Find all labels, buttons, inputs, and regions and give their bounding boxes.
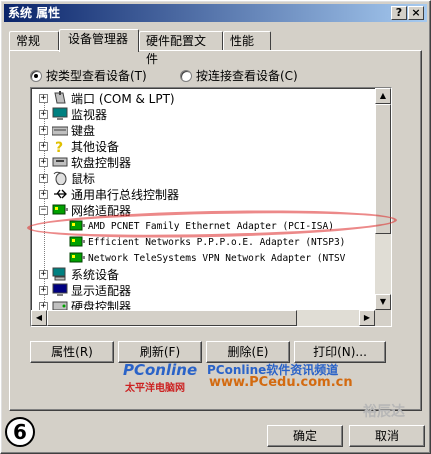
window-title: 系统 属性 (8, 6, 61, 20)
system-properties-window: 系统 属性 ? × 常规 设备管理器 硬件配置文件 性能 按类型查看设备(T) … (0, 0, 431, 454)
tree-item-label: 系统设备 (71, 267, 120, 282)
scroll-right-arrow-icon[interactable]: ▶ (359, 310, 375, 326)
tree-item-label: 网络适配器 (71, 203, 132, 218)
svg-text:?: ? (55, 140, 63, 153)
expand-icon[interactable]: + (39, 125, 48, 135)
tree-item-disk-controllers[interactable]: + 硬盘控制器 (39, 298, 375, 310)
watermark-brand-cn: 太平洋电脑网 (125, 383, 185, 394)
scroll-left-arrow-icon[interactable]: ◀ (31, 310, 47, 326)
watermark-brand: PConline (123, 361, 198, 379)
floppy-icon (52, 155, 68, 169)
vertical-scroll-thumb[interactable] (375, 104, 391, 234)
horizontal-scroll-thumb[interactable] (47, 310, 297, 326)
help-button[interactable]: ? (391, 6, 407, 20)
device-tree-content: + 端口 (COM & LPT) + 监视器 + 键盘 + ? 其他设备 + 软… (31, 88, 375, 310)
view-by-type-radio[interactable] (30, 69, 42, 82)
tree-item-amd-pcnet-adapter[interactable]: AMD PCNET Family Ethernet Adapter (PCI-I… (69, 218, 375, 234)
tab-device-manager[interactable]: 设备管理器 (59, 29, 139, 52)
expand-icon[interactable]: + (39, 301, 48, 310)
keyboard-icon (51, 123, 69, 137)
close-button[interactable]: × (408, 6, 424, 20)
tree-item-label: 鼠标 (71, 171, 96, 186)
tab-general[interactable]: 常规 (9, 31, 59, 51)
horizontal-scrollbar[interactable]: ◀ ▶ (31, 310, 375, 326)
display-icon (52, 283, 68, 297)
system-icon (52, 267, 68, 281)
network-card-icon (69, 251, 85, 265)
tree-item-floppy-controller[interactable]: + 软盘控制器 (39, 154, 375, 170)
watermark-corner: 裕辰达 (363, 404, 405, 420)
network-card-icon (69, 219, 85, 233)
device-tree[interactable]: + 端口 (COM & LPT) + 监视器 + 键盘 + ? 其他设备 + 软… (30, 87, 392, 327)
view-by-type-label: 按类型查看设备(T) (46, 69, 147, 83)
port-icon (52, 91, 68, 105)
expand-icon[interactable]: + (39, 93, 48, 103)
tree-item-ports[interactable]: + 端口 (COM & LPT) (39, 90, 375, 106)
tree-item-label: 键盘 (71, 123, 96, 138)
mouse-icon (52, 171, 68, 186)
tab-performance[interactable]: 性能 (223, 31, 271, 51)
collapse-icon[interactable]: − (39, 205, 48, 215)
expand-icon[interactable]: + (39, 173, 48, 183)
properties-button[interactable]: 属性(R) (30, 341, 114, 363)
view-by-connection-radio[interactable] (180, 69, 192, 82)
view-by-connection-label: 按连接查看设备(C) (196, 69, 298, 83)
vertical-scrollbar[interactable]: ▲ ▼ (375, 88, 391, 310)
expand-icon[interactable]: + (39, 269, 48, 279)
remove-button[interactable]: 删除(E) (206, 341, 290, 363)
tree-item-label: Network TeleSystems VPN Network Adapter … (88, 252, 346, 264)
tree-item-label: 硬盘控制器 (71, 299, 132, 311)
scroll-down-arrow-icon[interactable]: ▼ (375, 294, 391, 310)
network-card-icon (69, 235, 85, 249)
scrollbar-corner (375, 310, 391, 326)
tree-item-label: 软盘控制器 (71, 155, 132, 170)
tree-item-label: 显示适配器 (71, 283, 132, 298)
tree-item-usb-controllers[interactable]: + 通用串行总线控制器 (39, 186, 375, 202)
tree-item-display-adapters[interactable]: + 显示适配器 (39, 282, 375, 298)
tab-hardware-profiles[interactable]: 硬件配置文件 (139, 31, 223, 66)
tree-item-vpn-adapter[interactable]: Network TeleSystems VPN Network Adapter … (69, 250, 375, 266)
question-icon: ? (52, 139, 68, 156)
view-by-type-option[interactable]: 按类型查看设备(T) (30, 67, 147, 84)
expand-icon[interactable]: + (39, 141, 48, 151)
tree-item-keyboard[interactable]: + 键盘 (39, 122, 375, 138)
tree-item-network-adapters[interactable]: − 网络适配器 (39, 202, 375, 218)
title-bar[interactable]: 系统 属性 ? × (4, 4, 427, 22)
tree-item-mouse[interactable]: + 鼠标 (39, 170, 375, 186)
network-icon (52, 203, 68, 217)
tree-item-other-devices[interactable]: + ? 其他设备 (39, 138, 375, 156)
device-manager-panel: 按类型查看设备(T) 按连接查看设备(C) + 端口 (COM & LPT) + (9, 50, 422, 411)
expand-icon[interactable]: + (39, 109, 48, 119)
step-number-badge: 6 (5, 417, 35, 447)
usb-icon (52, 187, 68, 201)
ok-button[interactable]: 确定 (267, 425, 343, 447)
monitor-icon (52, 107, 68, 121)
tree-item-label: AMD PCNET Family Ethernet Adapter (PCI-I… (88, 220, 334, 232)
print-button[interactable]: 打印(N)... (294, 341, 386, 363)
expand-icon[interactable]: + (39, 285, 48, 295)
scroll-up-arrow-icon[interactable]: ▲ (375, 88, 391, 104)
view-by-connection-option[interactable]: 按连接查看设备(C) (180, 67, 298, 84)
tree-item-label: 监视器 (71, 107, 108, 122)
disk-icon (52, 299, 68, 310)
expand-icon[interactable]: + (39, 157, 48, 167)
tree-item-monitors[interactable]: + 监视器 (39, 106, 375, 122)
watermark-url: www.PCedu.com.cn (209, 375, 353, 390)
refresh-button[interactable]: 刷新(F) (118, 341, 202, 363)
cancel-button[interactable]: 取消 (349, 425, 425, 447)
tree-item-label: 其他设备 (71, 139, 120, 154)
tree-item-efficient-pppoe-adapter[interactable]: Efficient Networks P.P.P.o.E. Adapter (N… (69, 234, 375, 250)
expand-icon[interactable]: + (39, 189, 48, 199)
tree-item-label: 端口 (COM & LPT) (71, 91, 175, 106)
tree-item-system-devices[interactable]: + 系统设备 (39, 266, 375, 282)
tree-item-label: 通用串行总线控制器 (71, 187, 180, 202)
tree-item-label: Efficient Networks P.P.P.o.E. Adapter (N… (88, 236, 346, 248)
